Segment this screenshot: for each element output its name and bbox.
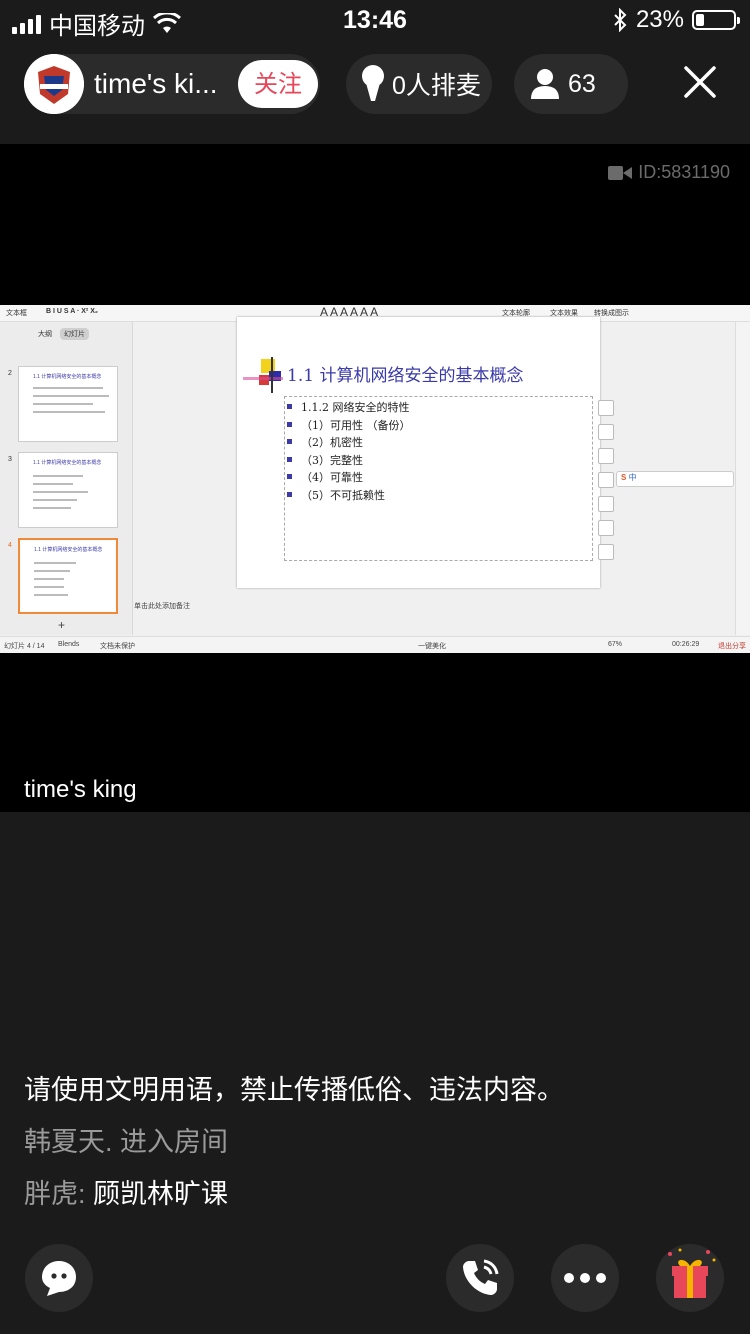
- microphone-icon: [362, 65, 384, 101]
- live-video[interactable]: ID:5831190 文本框 B I U S A · X² X₂ A A A A…: [0, 144, 750, 812]
- gift-button[interactable]: [656, 1244, 724, 1312]
- close-icon[interactable]: [680, 62, 720, 102]
- current-slide: 1.1 计算机网络安全的基本概念 1.1.2 网络安全的特性 （1）可用性 （备…: [237, 317, 600, 588]
- notes-placeholder: 单击此处添加备注: [134, 603, 190, 610]
- host-name: time's ki...: [94, 68, 218, 99]
- slide-thumbnail: 1.1 计算机网络安全的基本概念: [18, 452, 118, 528]
- call-button[interactable]: [446, 1244, 514, 1312]
- chat-list: 请使用文明用语，禁止传播低俗、违法内容。 韩夏天. 进入房间 胖虎: 顾凯林旷课: [24, 1064, 724, 1220]
- chat-bubble-icon: [42, 1261, 76, 1296]
- mic-queue-button[interactable]: 0人排麦: [346, 54, 492, 114]
- chat-message: 胖虎: 顾凯林旷课: [24, 1168, 724, 1220]
- system-message: 韩夏天. 进入房间: [24, 1127, 229, 1157]
- room-id: ID:5831190: [608, 162, 730, 183]
- bluetooth-icon: [614, 8, 627, 32]
- toolbar-textbox: 文本框: [6, 310, 27, 317]
- battery-percent: 23%: [635, 6, 684, 33]
- host-avatar[interactable]: [24, 54, 84, 114]
- queue-label: 0人排麦: [392, 72, 481, 100]
- message-sender[interactable]: 胖虎:: [24, 1179, 86, 1209]
- notice-message: 请使用文明用语，禁止传播低俗、违法内容。: [24, 1075, 564, 1105]
- follow-button[interactable]: 关注: [238, 60, 318, 108]
- slide-thumbnail-active: 1.1 计算机网络安全的基本概念: [18, 538, 118, 614]
- ppt-right-toolbar: [735, 322, 750, 635]
- float-toolbar: [598, 400, 616, 568]
- room-id-label: ID:5831190: [638, 162, 730, 182]
- phone-call-icon: [463, 1259, 499, 1295]
- slide-title: 1.1 计算机网络安全的基本概念: [287, 366, 524, 386]
- video-camera-icon: [608, 165, 633, 180]
- status-bar: 中国移动 13:46 23%: [0, 0, 750, 40]
- gift-icon: [668, 1248, 716, 1298]
- more-icon: [564, 1273, 606, 1283]
- ime-bar: S 中: [616, 471, 734, 487]
- host-video-label: time's king: [24, 776, 137, 803]
- shared-screen: 文本框 B I U S A · X² X₂ A A A A A A 文本轮廓 文…: [0, 305, 750, 653]
- thumb-tabs: 大纲 幻灯片: [38, 328, 89, 340]
- more-button[interactable]: [551, 1244, 619, 1312]
- message-text: 顾凯林旷课: [93, 1179, 229, 1209]
- host-card[interactable]: time's ki... 关注: [24, 54, 320, 114]
- ppt-statusbar: 幻灯片 4 / 14 Blends 文档未保护 一键美化 67% 00:26:2…: [0, 636, 750, 653]
- slide-bullets: 1.1.2 网络安全的特性 （1）可用性 （备份） （2）机密性 （3）完整性 …: [287, 399, 411, 504]
- chat-button[interactable]: [25, 1244, 93, 1312]
- slide-thumbnail: 1.1 计算机网络安全的基本概念: [18, 366, 118, 442]
- battery-icon: [692, 10, 740, 30]
- viewer-count: 63: [568, 69, 596, 98]
- viewer-count-button[interactable]: 63: [514, 54, 628, 114]
- user-icon: [531, 69, 559, 99]
- room-header: time's ki... 关注 0人排麦 63: [24, 54, 734, 116]
- slide-thumbnails: 大纲 幻灯片 2 1.1 计算机网络安全的基本概念 3 1.1 计算机网络安全的基…: [0, 322, 133, 635]
- slide-logo-icon: [243, 357, 283, 393]
